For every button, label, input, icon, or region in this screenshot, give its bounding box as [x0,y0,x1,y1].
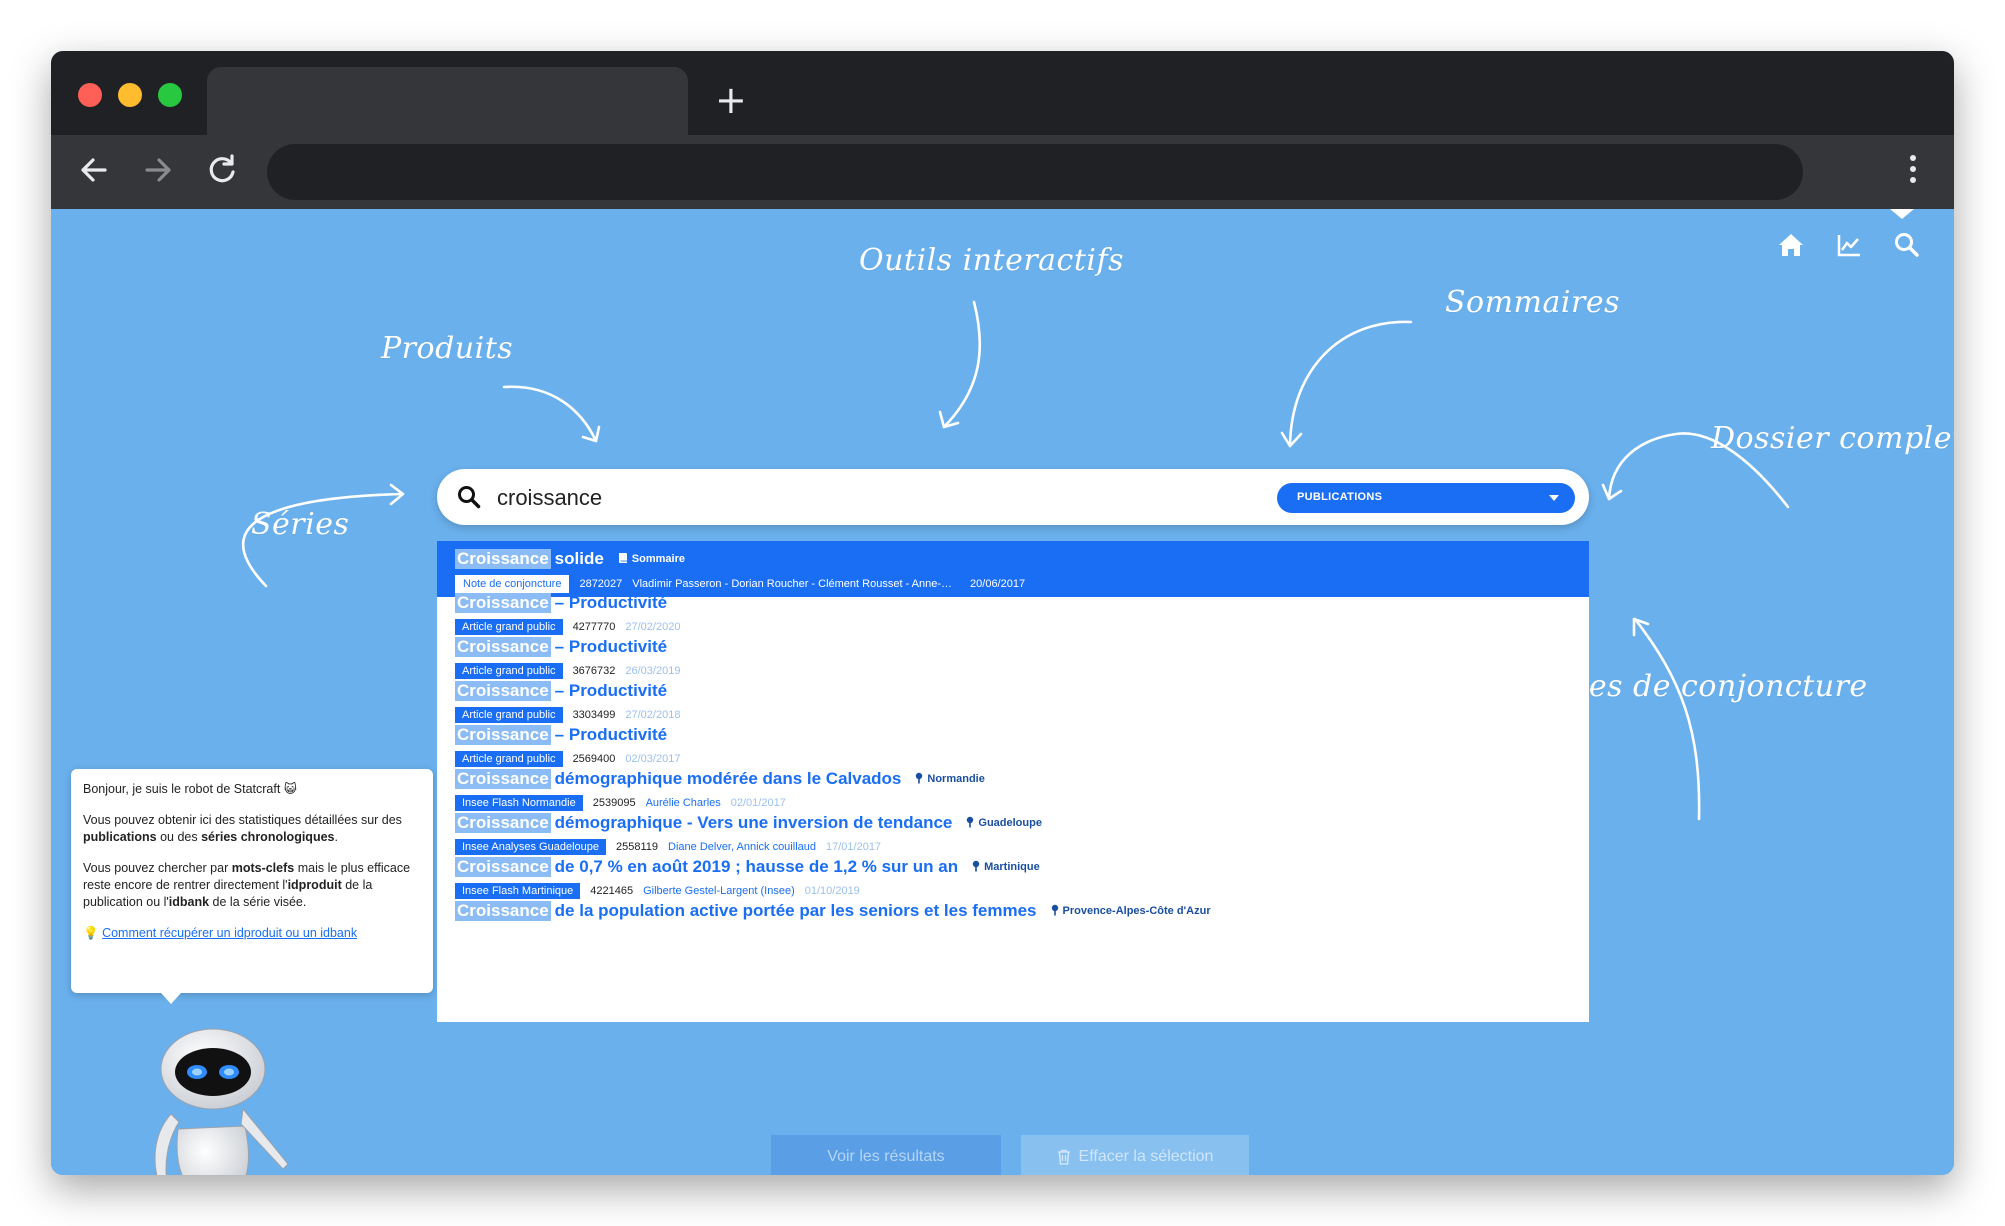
result-title-highlight: Croissance [455,769,551,789]
maximize-window-button[interactable] [158,83,182,107]
help-link[interactable]: Comment récupérer un idproduit ou un idb… [102,926,357,940]
minimize-window-button[interactable] [118,83,142,107]
address-bar[interactable] [267,144,1803,200]
result-title-highlight: Croissance [455,857,551,877]
result-title-highlight: Croissance [455,725,551,745]
result-title: de 0,7 % en août 2019 ; hausse de 1,2 % … [554,857,959,876]
result-title-highlight: Croissance [455,901,551,921]
search-input[interactable] [495,477,1199,519]
result-title: – Productivité [554,593,668,612]
bot-tip: 💡 Comment récupérer un idproduit ou un i… [83,925,425,942]
search-bar: PUBLICATIONS [437,469,1589,525]
back-arrow-icon[interactable] [69,145,119,195]
map-pin-icon [966,816,978,831]
result-title-highlight: Croissance [455,681,551,701]
robot-mascot-icon [154,1028,289,1175]
result-tag: Normandie [915,772,985,787]
bot-paragraph-3: Vous pouvez chercher par mots-clefs mais… [83,861,411,909]
category-select-label: PUBLICATIONS [1297,491,1383,503]
result-title: démographique - Vers une inversion de te… [554,813,953,832]
annotation-dossier: Dossier complet [1711,421,1954,456]
annotation-produits: Produits [381,331,514,366]
result-title-highlight: Croissance [455,593,551,613]
result-tag: Martinique [972,860,1040,875]
result-title: – Productivité [554,637,668,656]
new-tab-button[interactable]: + [715,81,747,119]
map-pin-icon [915,772,927,787]
page-content: Outils interactifs Sommaires Produits Sé… [51,209,1954,1175]
annotation-series: Séries [251,507,350,542]
result-tag: Provence-Alpes-Côte d'Azur [1051,904,1211,919]
results-list: Croissance solide Sommaire Note de conjonct… [437,541,1589,1022]
forward-arrow-icon[interactable] [133,145,183,195]
browser-nav-row [51,135,1954,209]
book-icon [618,552,632,567]
result-title: démographique modérée dans le Calvados [554,769,902,788]
annotation-outils: Outils interactifs [859,243,1124,278]
result-title-highlight: Croissance [455,549,551,569]
chatbot-bubble: Bonjour, je suis le robot de Statcraft 😺… [71,769,433,1004]
result-title: de la population active portée par les s… [554,901,1037,920]
trash-icon [1057,1149,1070,1165]
browser-tab[interactable] [207,67,688,135]
annotation-sommaires: Sommaires [1445,285,1620,320]
close-window-button[interactable] [78,83,102,107]
bot-paragraph-2: Vous pouvez obtenir ici des statistiques… [83,813,402,844]
bubble-tail [161,993,181,1004]
category-select[interactable]: PUBLICATIONS [1277,483,1575,513]
clear-selection-label: Effacer la sélection [1078,1148,1214,1165]
result-title-highlight: Croissance [455,813,551,833]
search-icon [458,486,481,509]
reload-icon[interactable] [197,145,247,195]
map-pin-icon [1051,904,1063,919]
result-tag: Guadeloupe [966,816,1042,831]
clear-selection-button[interactable]: Effacer la sélection [1021,1135,1249,1175]
result-tag: Sommaire [618,552,685,567]
view-results-button[interactable]: Voir les résultats [771,1135,1001,1175]
browser-menu-icon[interactable] [1910,155,1918,188]
result-title: – Productivité [554,681,668,700]
browser-window: + Outils interactifs Sommaires Produits … [51,51,1954,1175]
chevron-down-icon [1549,495,1559,501]
map-pin-icon [972,860,984,875]
bot-greeting: Bonjour, je suis le robot de Statcraft 😺 [83,782,297,796]
result-title: – Productivité [554,725,668,744]
lightbulb-icon: 💡 [83,926,99,940]
result-title: solide [554,549,604,568]
browser-top-bar: + [51,51,1954,209]
result-title-highlight: Croissance [455,637,551,657]
result-row[interactable]: Croissance de la population active portée… [437,893,1589,949]
